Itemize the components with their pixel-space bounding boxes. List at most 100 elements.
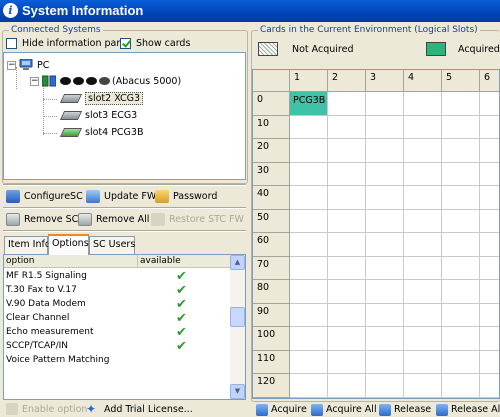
- slot-cell[interactable]: [442, 327, 480, 351]
- slot-cell[interactable]: [366, 115, 404, 139]
- column-header-option[interactable]: option: [4, 255, 138, 268]
- acquire-button[interactable]: Acquire: [256, 402, 307, 417]
- slot-cell[interactable]: [442, 374, 480, 398]
- slot-cell[interactable]: [290, 280, 328, 304]
- enable-option-button[interactable]: Enable option: [6, 401, 87, 417]
- tree-item-system[interactable]: − (Abacus 5000): [30, 73, 181, 89]
- slot-cell[interactable]: [366, 374, 404, 398]
- slot-cell[interactable]: [480, 139, 499, 163]
- slot-cell[interactable]: [442, 92, 480, 116]
- slot-cell[interactable]: [404, 256, 442, 280]
- slot-cell[interactable]: [480, 233, 499, 257]
- slot-cell[interactable]: [366, 303, 404, 327]
- table-row[interactable]: SCCP/TCAP/IN: [6, 339, 68, 353]
- slot-cell[interactable]: [480, 186, 499, 210]
- slot-cell-acquired[interactable]: PCG3B: [290, 92, 328, 116]
- slot-cell[interactable]: [328, 162, 366, 186]
- slot-cell[interactable]: [328, 233, 366, 257]
- slot-cell[interactable]: [290, 209, 328, 233]
- tab-item-info[interactable]: Item Info: [4, 236, 51, 254]
- remove-sc-button[interactable]: Remove SC: [6, 210, 78, 228]
- slot-cell[interactable]: [290, 374, 328, 398]
- tree-item-pc[interactable]: − PC: [7, 57, 49, 73]
- slot-cell[interactable]: [328, 115, 366, 139]
- slot-cell[interactable]: [442, 303, 480, 327]
- slot-cell[interactable]: [442, 139, 480, 163]
- slot-cell[interactable]: [328, 256, 366, 280]
- slot-cell[interactable]: [480, 374, 499, 398]
- slot-cell[interactable]: [290, 350, 328, 374]
- table-row[interactable]: V.90 Data Modem: [6, 297, 86, 311]
- slot-cell[interactable]: [328, 303, 366, 327]
- slot-cell[interactable]: [480, 92, 499, 116]
- tab-options[interactable]: Options: [48, 234, 89, 255]
- hide-info-pane-checkbox[interactable]: Hide information pane: [6, 38, 128, 49]
- slot-cell[interactable]: [480, 163, 499, 186]
- slot-cell[interactable]: [290, 327, 328, 351]
- slot-cell[interactable]: [290, 186, 328, 210]
- slot-cell[interactable]: [328, 350, 366, 374]
- slot-cell[interactable]: [442, 162, 480, 186]
- slot-cell[interactable]: [442, 186, 480, 210]
- scroll-down-icon[interactable]: ▼: [230, 384, 245, 399]
- tree-item-slot4[interactable]: slot4 PCG3B: [59, 124, 143, 140]
- add-trial-license-button[interactable]: ✦ Add Trial License...: [86, 401, 193, 417]
- table-row[interactable]: Clear Channel: [6, 311, 69, 325]
- slot-cell[interactable]: [328, 139, 366, 163]
- slot-cell[interactable]: [328, 186, 366, 210]
- collapse-icon[interactable]: −: [30, 76, 39, 86]
- table-row[interactable]: T.30 Fax to V.17: [6, 283, 77, 297]
- slot-cell[interactable]: [480, 116, 499, 139]
- slot-cell[interactable]: [442, 115, 480, 139]
- slot-cell[interactable]: [404, 233, 442, 257]
- restore-stc-fw-button[interactable]: Restore STC FW: [151, 210, 244, 228]
- scroll-up-icon[interactable]: ▲: [230, 255, 245, 270]
- slot-cell[interactable]: [442, 233, 480, 257]
- collapse-icon[interactable]: −: [7, 60, 16, 70]
- slot-cell[interactable]: [328, 374, 366, 398]
- slot-cell[interactable]: [404, 115, 442, 139]
- slot-cell[interactable]: [480, 210, 499, 233]
- tab-sc-users[interactable]: SC Users: [89, 236, 135, 254]
- slot-cell[interactable]: [404, 209, 442, 233]
- configure-sc-button[interactable]: ConfigureSC: [6, 187, 83, 205]
- slot-cell[interactable]: [366, 92, 404, 116]
- slot-cell[interactable]: [404, 162, 442, 186]
- slot-cell[interactable]: [366, 186, 404, 210]
- slot-cell[interactable]: [290, 303, 328, 327]
- slot-cell[interactable]: [480, 304, 499, 327]
- systems-tree[interactable]: − PC − (Abacus 5000) slot2 XCG3 slot3 EC…: [3, 52, 246, 180]
- table-row[interactable]: Echo measurement: [6, 325, 94, 339]
- scroll-thumb[interactable]: [230, 307, 245, 327]
- tree-item-slot3[interactable]: slot3 ECG3: [59, 107, 137, 123]
- checkbox-box-checked[interactable]: [120, 38, 131, 49]
- remove-all-button[interactable]: Remove All: [78, 210, 149, 228]
- release-all-button[interactable]: Release All: [436, 402, 500, 417]
- checkbox-box[interactable]: [6, 38, 17, 49]
- acquire-all-button[interactable]: Acquire All: [311, 402, 377, 417]
- slot-cell[interactable]: [404, 92, 442, 116]
- slot-cell[interactable]: [404, 327, 442, 351]
- slot-cell[interactable]: [404, 280, 442, 304]
- slot-cell[interactable]: [366, 162, 404, 186]
- slot-cell[interactable]: [442, 209, 480, 233]
- slot-cell[interactable]: [366, 209, 404, 233]
- slot-cell[interactable]: [290, 256, 328, 280]
- slot-cell[interactable]: [480, 257, 499, 280]
- slot-cell[interactable]: [442, 256, 480, 280]
- password-button[interactable]: Password: [155, 187, 217, 205]
- slot-cell[interactable]: [366, 350, 404, 374]
- slot-cell[interactable]: [366, 280, 404, 304]
- column-header-available[interactable]: available: [138, 255, 230, 268]
- slot-cell[interactable]: [290, 233, 328, 257]
- slot-cell[interactable]: [442, 350, 480, 374]
- slot-cell[interactable]: [480, 327, 499, 351]
- table-row[interactable]: Voice Pattern Matching: [6, 353, 109, 367]
- slot-cell[interactable]: [404, 186, 442, 210]
- slot-cell[interactable]: [404, 303, 442, 327]
- slot-cell[interactable]: [404, 374, 442, 398]
- table-row[interactable]: MF R1.5 Signaling: [6, 269, 87, 283]
- slot-cell[interactable]: [366, 233, 404, 257]
- slot-cell[interactable]: [480, 280, 499, 304]
- slot-cell[interactable]: [404, 139, 442, 163]
